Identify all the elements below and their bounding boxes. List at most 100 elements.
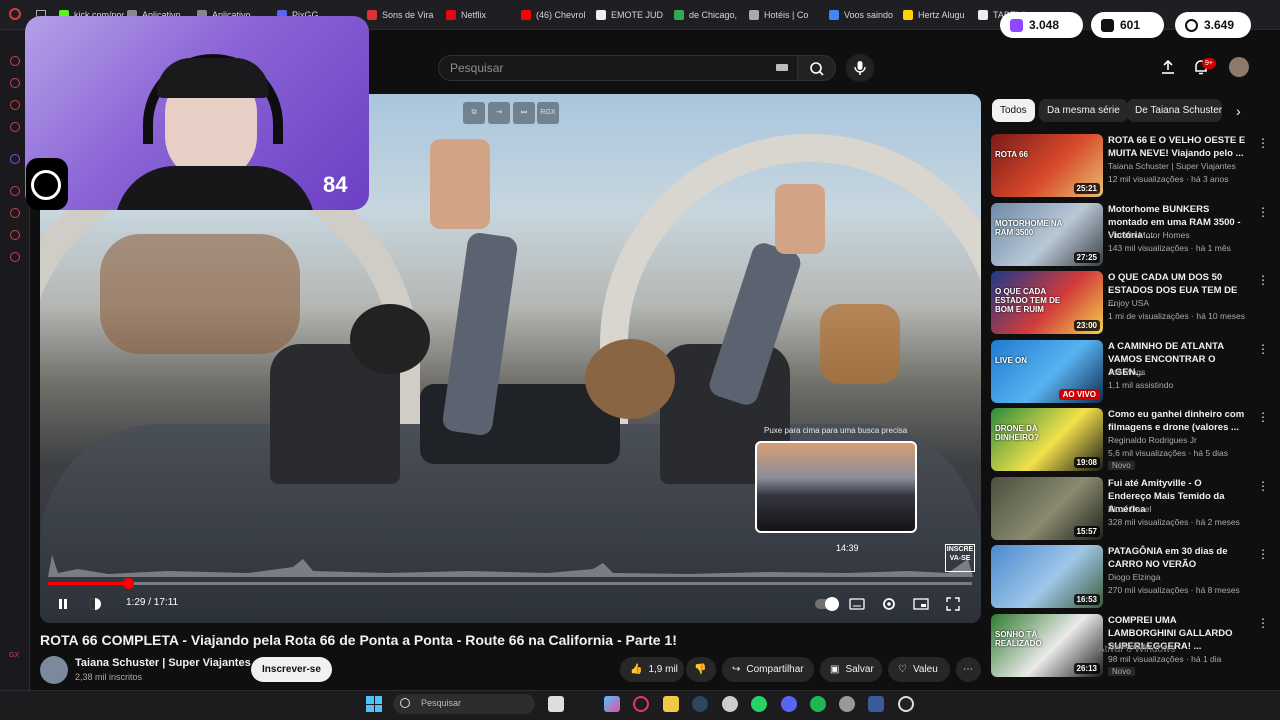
skip-icon[interactable]: ⏭	[513, 102, 535, 124]
history-icon[interactable]	[10, 56, 20, 66]
recommendation-thumbnail[interactable]: O QUE CADA ESTADO TEM DE BOM E RUIM 23:00	[991, 271, 1103, 334]
taskbar-search-input[interactable]: Pesquisar	[393, 694, 535, 714]
channel-name[interactable]: Taiana Schuster | Super Viajantes	[75, 657, 251, 669]
twitch-icon[interactable]	[10, 154, 20, 164]
recommendation-item[interactable]: DRONE DÁ DINHEIRO? 19:08 Como eu ganhei di…	[991, 408, 1273, 472]
more-options-icon[interactable]: ⋮	[1257, 205, 1269, 219]
recommendation-channel[interactable]: Reginaldo Rodrigues Jr	[1108, 435, 1197, 445]
more-options-icon[interactable]: ⋮	[1257, 273, 1269, 287]
recommendation-item[interactable]: O QUE CADA ESTADO TEM DE BOM E RUIM 23:00…	[991, 271, 1273, 335]
recommendation-thumbnail[interactable]: LIVE ON AO VIVO	[991, 339, 1103, 403]
more-options-icon[interactable]: ⋮	[1257, 547, 1269, 561]
recommendation-thumbnail[interactable]: DRONE DÁ DINHEIRO? 19:08	[991, 408, 1103, 471]
clock-icon[interactable]	[10, 208, 20, 218]
messenger-icon[interactable]	[10, 78, 20, 88]
obs-icon[interactable]	[898, 696, 914, 712]
recommendation-thumbnail[interactable]: ROTA 66 25:21	[991, 134, 1103, 197]
recommendation-channel[interactable]: Jon Vlogs	[1108, 367, 1145, 377]
save-button[interactable]: ▣ Salvar	[820, 657, 882, 682]
channel-avatar[interactable]	[40, 656, 68, 684]
copilot-icon[interactable]	[604, 696, 620, 712]
upload-icon[interactable]	[1159, 58, 1177, 76]
settings-icon[interactable]	[10, 252, 20, 262]
chat-icon[interactable]	[10, 100, 20, 110]
more-options-icon[interactable]: ⋮	[1257, 479, 1269, 493]
miniplayer-button[interactable]	[910, 593, 932, 615]
start-button[interactable]	[366, 696, 382, 712]
pause-button[interactable]	[52, 593, 74, 615]
recommendation-thumbnail[interactable]: 15:57	[991, 476, 1103, 540]
account-avatar[interactable]	[1229, 57, 1249, 77]
chip-from-channel[interactable]: De Taiana Schuster | Su	[1127, 99, 1222, 122]
bookmark-item[interactable]: Netflix	[446, 7, 511, 23]
recommendation-item[interactable]: LIVE ON AO VIVO A CAMINHO DE ATLANTA VAMOS…	[991, 339, 1273, 404]
recommendation-item[interactable]: MOTORHOME NA RAM 3500 27:25 Motorhome BUNK…	[991, 202, 1273, 267]
whatsapp-icon[interactable]	[751, 696, 767, 712]
more-options-icon[interactable]: ⋮	[1257, 136, 1269, 150]
autoplay-toggle[interactable]	[814, 593, 839, 615]
enter-icon[interactable]: ⇥	[488, 102, 510, 124]
opera-logo-icon[interactable]	[9, 8, 21, 20]
bookmark-item[interactable]: Voos saindo	[829, 7, 895, 23]
bookmark-item[interactable]: de Chicago,	[674, 7, 741, 23]
settings-button[interactable]	[878, 593, 900, 615]
bookmark-label: Sons de Vira	[382, 10, 434, 20]
recommendation-item[interactable]: ROTA 66 25:21 ROTA 66 E O VELHO OESTE E MU…	[991, 134, 1273, 198]
recommendation-title[interactable]: ROTA 66 E O VELHO OESTE E MUITA NEVE! Vi…	[1108, 134, 1246, 160]
discord-icon[interactable]	[781, 696, 797, 712]
like-button[interactable]: 👍 1,9 mil	[620, 657, 684, 682]
recommendation-item[interactable]: 15:57 Fui até Amityville - O Endereço Mai…	[991, 476, 1273, 541]
bookmark-label: (46) Chevrol	[536, 10, 586, 20]
spotify-icon[interactable]	[810, 696, 826, 712]
chip-da-mesma-serie[interactable]: Da mesma série	[1039, 99, 1128, 122]
progress-bar-track[interactable]	[48, 582, 972, 585]
recommendation-channel[interactable]: Taiana Schuster | Super Viajantes	[1108, 161, 1236, 171]
bookmark-item[interactable]: Hertz Alugu	[903, 7, 971, 23]
recommendation-thumbnail[interactable]: 16:53	[991, 545, 1103, 608]
recommendation-channel[interactable]: Victória Motor Homes	[1108, 230, 1190, 240]
file-explorer-icon[interactable]	[663, 696, 679, 712]
more-options-icon[interactable]: ⋮	[1257, 616, 1269, 630]
duration-badge: 19:08	[1073, 457, 1100, 468]
keyboard-icon[interactable]	[776, 64, 788, 71]
player-icon[interactable]	[10, 186, 20, 196]
copy-icon[interactable]: ⧉	[463, 102, 485, 124]
recommendation-channel[interactable]: Enjoy USA	[1108, 298, 1149, 308]
progress-scrubber-handle[interactable]	[122, 578, 134, 589]
more-options-icon[interactable]: ⋮	[1257, 410, 1269, 424]
dislike-button[interactable]: 👎	[686, 657, 716, 682]
bookmark-item[interactable]: Sons de Vira	[367, 7, 437, 23]
steam-icon[interactable]	[692, 696, 708, 712]
chip-todos[interactable]: Todos	[992, 99, 1035, 122]
share-button[interactable]: ↪ Compartilhar	[722, 657, 814, 682]
recommendation-thumbnail[interactable]: MOTORHOME NA RAM 3500 27:25	[991, 202, 1103, 266]
recommendation-channel[interactable]: Diogo Elzinga	[1108, 572, 1160, 582]
rgx-button[interactable]: RGX	[537, 102, 559, 124]
chevron-right-icon[interactable]: ›	[1236, 103, 1241, 119]
bookmark-item[interactable]: (46) Chevrol	[521, 7, 588, 23]
bookmark-item[interactable]: Hotéis | Co	[749, 7, 821, 23]
opera-gx-taskbar-icon[interactable]	[633, 696, 649, 712]
recommendation-title[interactable]: PATAGÔNIA em 30 dias de CARRO NO VERÃO	[1108, 545, 1246, 571]
subtitles-button[interactable]	[846, 593, 868, 615]
more-options-icon[interactable]: ⋮	[1257, 342, 1269, 356]
settings-taskbar-icon[interactable]	[839, 696, 855, 712]
recommendation-channel[interactable]: Elton Davel	[1108, 504, 1151, 514]
search-button[interactable]	[798, 55, 836, 81]
mail-icon[interactable]	[10, 122, 20, 132]
bookmark-item[interactable]: EMOTE JUD	[596, 7, 666, 23]
task-view-icon[interactable]	[548, 696, 564, 712]
subscribe-button[interactable]: Inscrever-se	[251, 657, 332, 682]
volume-button[interactable]	[84, 593, 106, 615]
thanks-button[interactable]: ♡ Valeu	[888, 657, 950, 682]
recommendation-item[interactable]: 16:53 PATAGÔNIA em 30 dias de CARRO NO VE…	[991, 545, 1273, 609]
app-face-icon[interactable]	[722, 696, 738, 712]
fullscreen-button[interactable]	[942, 593, 964, 615]
recommendation-thumbnail[interactable]: SONHO TÁ REALIZADO 26:13	[991, 613, 1103, 677]
recommendation-title[interactable]: Como eu ganhei dinheiro com filmagens e …	[1108, 408, 1246, 434]
app-arrow-icon[interactable]	[868, 696, 884, 712]
search-input[interactable]: Pesquisar	[438, 55, 798, 81]
voice-search-button[interactable]	[846, 54, 874, 82]
refresh-icon[interactable]	[10, 230, 20, 240]
more-actions-button[interactable]: ⋯	[956, 657, 981, 682]
